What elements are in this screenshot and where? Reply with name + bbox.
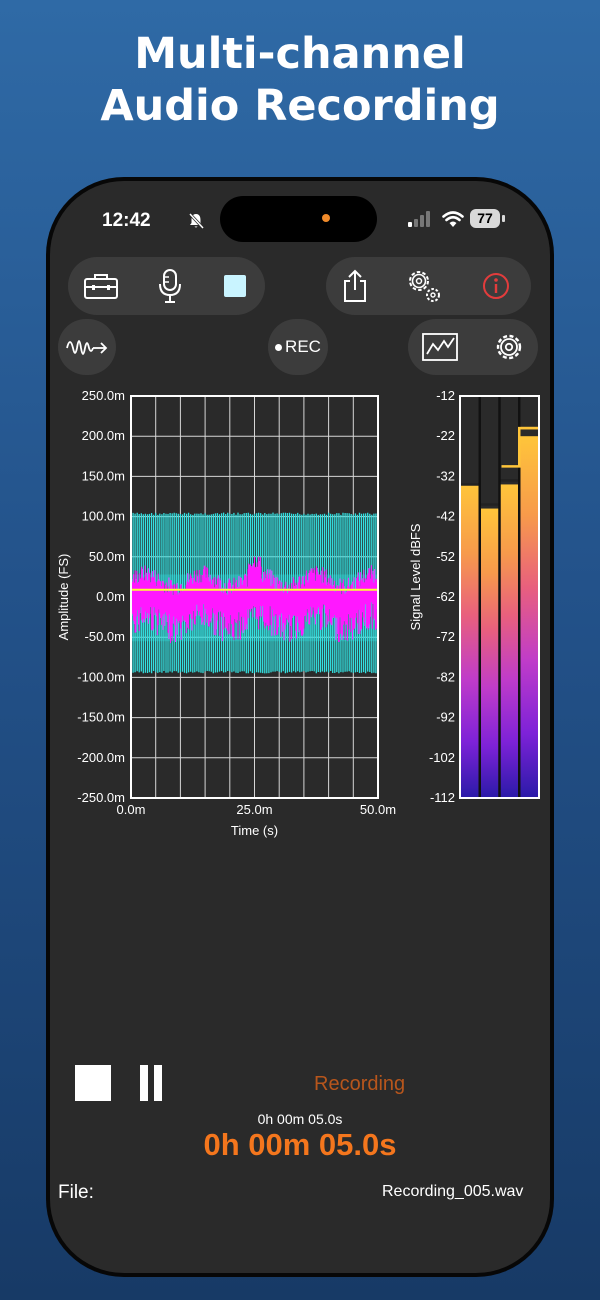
file-name: Recording_005.wav	[382, 1183, 524, 1200]
graph-icon	[422, 333, 458, 361]
level-bar-channel-2	[479, 508, 500, 798]
amplitude-y-tick: 200.0m	[82, 428, 125, 443]
share-icon	[344, 269, 366, 302]
level-y-tick: -92	[436, 710, 455, 725]
amplitude-y-tick: -150.0m	[77, 710, 125, 725]
wifi-icon	[442, 211, 464, 227]
stop-recording-button[interactable]	[75, 1065, 111, 1101]
amplitude-y-tick: -100.0m	[77, 669, 125, 684]
pause-recording-button[interactable]	[140, 1065, 164, 1101]
recording-status: Recording	[314, 1073, 406, 1095]
amplitude-y-tick: 100.0m	[82, 509, 125, 524]
level-meter-chart: -12 -22 -32 -42 -52 -62 -72 -82 -92 -102 -112 Sign…	[408, 388, 540, 805]
record-label: REC	[285, 337, 321, 356]
pause-bar-left	[140, 1065, 148, 1101]
battery-indicator: 77	[470, 209, 506, 228]
privacy-indicator-dot	[322, 214, 330, 222]
level-y-tick: -112	[430, 790, 455, 805]
info-button[interactable]	[474, 264, 518, 308]
settings-gears-button[interactable]	[402, 264, 446, 308]
amplitude-chart: 250.0m 200.0m 150.0m 100.0m 50.0m 0.0m -50.0m -…	[56, 388, 396, 838]
promo-headline: Multi-channel Audio Recording	[0, 28, 600, 132]
file-label: File:	[58, 1182, 94, 1203]
level-bar-channel-3	[499, 484, 520, 798]
level-y-tick: -32	[436, 468, 455, 483]
toolbox-button[interactable]	[79, 264, 123, 308]
waveform-export-icon	[66, 340, 108, 355]
amplitude-y-tick: 150.0m	[82, 468, 125, 483]
silent-bell-icon	[188, 212, 205, 230]
status-time: 12:42	[102, 210, 151, 231]
amplitude-x-tick: 25.0m	[236, 802, 272, 817]
level-y-tick: -52	[436, 549, 455, 564]
waveform-export-button[interactable]	[65, 325, 109, 369]
level-y-tick: -82	[436, 669, 455, 684]
level-bar-channel-4	[519, 436, 539, 798]
dynamic-island	[220, 196, 377, 242]
level-y-tick: -42	[436, 509, 455, 524]
toolbox-icon	[84, 274, 118, 299]
microphone-button[interactable]	[148, 264, 192, 308]
settings-gears-icon	[409, 271, 440, 302]
stop-monitor-button[interactable]	[213, 264, 257, 308]
level-bars	[460, 396, 539, 798]
amplitude-y-tick: 50.0m	[89, 549, 125, 564]
chart-settings-button[interactable]	[487, 325, 531, 369]
charts-area: 250.0m 200.0m 150.0m 100.0m 50.0m 0.0m -50.0m -…	[56, 388, 540, 838]
record-button[interactable]: REC	[268, 319, 328, 375]
battery-nub	[502, 215, 505, 222]
cellular-signal-icon	[408, 211, 430, 227]
level-y-tick: -102	[429, 750, 455, 765]
amplitude-x-tick: 50.0m	[360, 802, 396, 817]
microphone-icon	[159, 269, 181, 303]
level-y-tick: -62	[436, 589, 455, 604]
level-bar-channel-1	[460, 484, 480, 798]
battery-level: 77	[470, 209, 500, 228]
elapsed-time: 0h 00m 05.0s	[203, 1127, 397, 1162]
gear-icon	[496, 334, 522, 360]
level-y-tick: -12	[436, 388, 455, 403]
stop-square-icon	[224, 275, 246, 297]
level-y-axis-label: Signal Level dBFS	[408, 523, 423, 630]
elapsed-time-small: 0h 00m 05.0s	[257, 1111, 343, 1127]
amplitude-y-axis-label: Amplitude (FS)	[56, 554, 71, 641]
amplitude-y-tick-labels: 250.0m 200.0m 150.0m 100.0m 50.0m 0.0m -50.0m -…	[77, 388, 125, 805]
share-button[interactable]	[333, 264, 377, 308]
amplitude-x-tick-labels: 0.0m 25.0m 50.0m	[117, 802, 397, 817]
amplitude-y-tick: 0.0m	[96, 589, 125, 604]
amplitude-y-tick: -200.0m	[77, 750, 125, 765]
amplitude-series	[130, 512, 379, 674]
amplitude-y-tick: -50.0m	[85, 629, 125, 644]
level-y-tick-labels: -12 -22 -32 -42 -52 -62 -72 -82 -92 -102 -112	[429, 388, 455, 805]
level-y-tick: -72	[436, 629, 455, 644]
level-y-tick: -22	[436, 428, 455, 443]
record-dot-icon	[275, 343, 283, 351]
pause-bar-right	[154, 1065, 162, 1101]
headline-line-1: Multi-channel	[134, 29, 466, 79]
headline-line-2: Audio Recording	[100, 81, 500, 131]
amplitude-x-tick: 0.0m	[117, 802, 146, 817]
graph-view-button[interactable]	[418, 325, 462, 369]
amplitude-y-tick: 250.0m	[82, 388, 125, 403]
amplitude-x-axis-label: Time (s)	[231, 823, 278, 838]
app-screen: 12:42 77 REC 250.0m 200.0m 150.0m 100.0m…	[50, 181, 550, 1273]
info-icon	[483, 273, 509, 299]
